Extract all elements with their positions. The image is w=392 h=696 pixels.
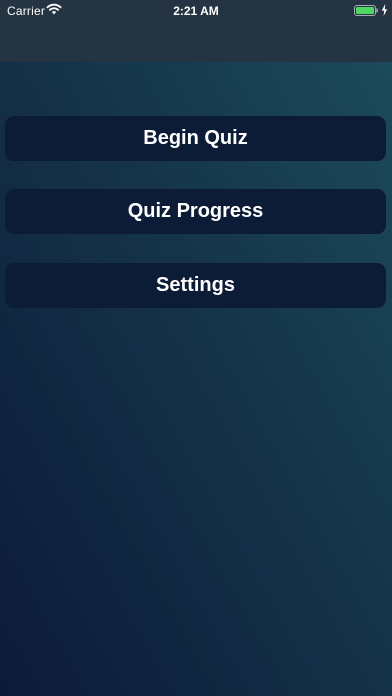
quiz-progress-label: Quiz Progress [127,200,264,222]
quiz-progress-button[interactable]: Quiz Progress [5,189,386,234]
begin-quiz-label: Begin Quiz [143,127,248,149]
battery-icon [354,5,378,16]
app-screen: Carrier 2:21 AM Begin Quiz Quiz Progress… [0,0,392,696]
status-bar: Carrier 2:21 AM [0,0,392,22]
charging-bolt-icon [381,4,388,16]
settings-button[interactable]: Settings [5,263,386,308]
status-time: 2:21 AM [173,4,219,18]
settings-label: Settings [156,274,235,296]
navigation-bar: Carrier 2:21 AM [0,0,392,62]
begin-quiz-button[interactable]: Begin Quiz [5,116,386,161]
